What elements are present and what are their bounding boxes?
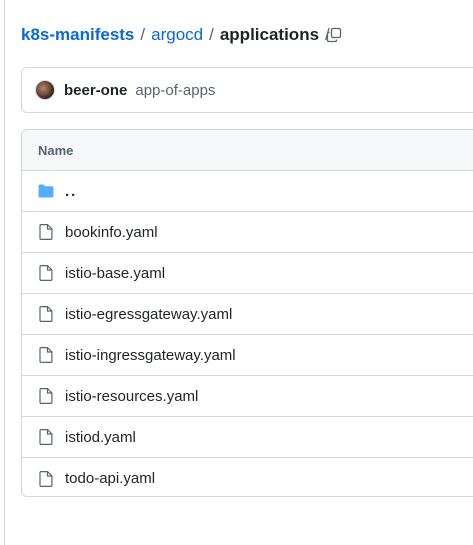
file-icon	[38, 388, 54, 404]
file-name[interactable]: todo-api.yaml	[65, 470, 155, 487]
breadcrumb-current-dir: applications	[219, 25, 320, 44]
file-icon	[38, 470, 54, 487]
file-name[interactable]: istio-resources.yaml	[65, 388, 198, 405]
file-row[interactable]: istio-egressgateway.yaml	[22, 294, 473, 335]
breadcrumb: k8s-manifests / argocd / applications /	[21, 24, 336, 46]
file-row[interactable]: todo-api.yaml	[22, 458, 473, 496]
parent-directory-row[interactable]: ..	[22, 171, 473, 212]
file-row[interactable]: istio-base.yaml	[22, 253, 473, 294]
commit-author[interactable]: beer-one	[64, 82, 127, 99]
file-icon	[38, 429, 54, 445]
file-name[interactable]: istio-base.yaml	[65, 265, 165, 282]
file-name[interactable]: istio-ingressgateway.yaml	[65, 347, 236, 364]
name-column-header: Name	[38, 142, 74, 158]
breadcrumb-separator: /	[209, 25, 214, 44]
copy-path-button[interactable]	[322, 24, 346, 46]
table-header: Name	[22, 130, 473, 171]
breadcrumb-repo-link[interactable]: k8s-manifests	[21, 25, 134, 45]
commit-message[interactable]: app-of-apps	[135, 82, 215, 99]
folder-icon	[38, 183, 54, 199]
file-row[interactable]: istio-ingressgateway.yaml	[22, 335, 473, 376]
page-edge-divider	[4, 0, 5, 545]
file-name[interactable]: istio-egressgateway.yaml	[65, 306, 232, 323]
file-icon	[38, 347, 54, 363]
file-row[interactable]: bookinfo.yaml	[22, 212, 473, 253]
file-row[interactable]: istiod.yaml	[22, 417, 473, 458]
breadcrumb-argocd-link[interactable]: argocd	[151, 25, 203, 45]
file-table: Name .. bookinfo.yaml istio-base.yaml is…	[21, 129, 473, 497]
file-icon	[38, 306, 54, 322]
latest-commit-bar: beer-one app-of-apps	[21, 67, 473, 113]
file-row[interactable]: istio-resources.yaml	[22, 376, 473, 417]
avatar[interactable]	[35, 80, 55, 100]
file-icon	[38, 265, 54, 281]
parent-directory-label: ..	[65, 182, 78, 200]
file-name[interactable]: istiod.yaml	[65, 429, 136, 446]
file-icon	[38, 224, 54, 240]
copy-icon	[326, 27, 342, 43]
breadcrumb-separator: /	[140, 25, 146, 44]
file-name[interactable]: bookinfo.yaml	[65, 224, 158, 241]
